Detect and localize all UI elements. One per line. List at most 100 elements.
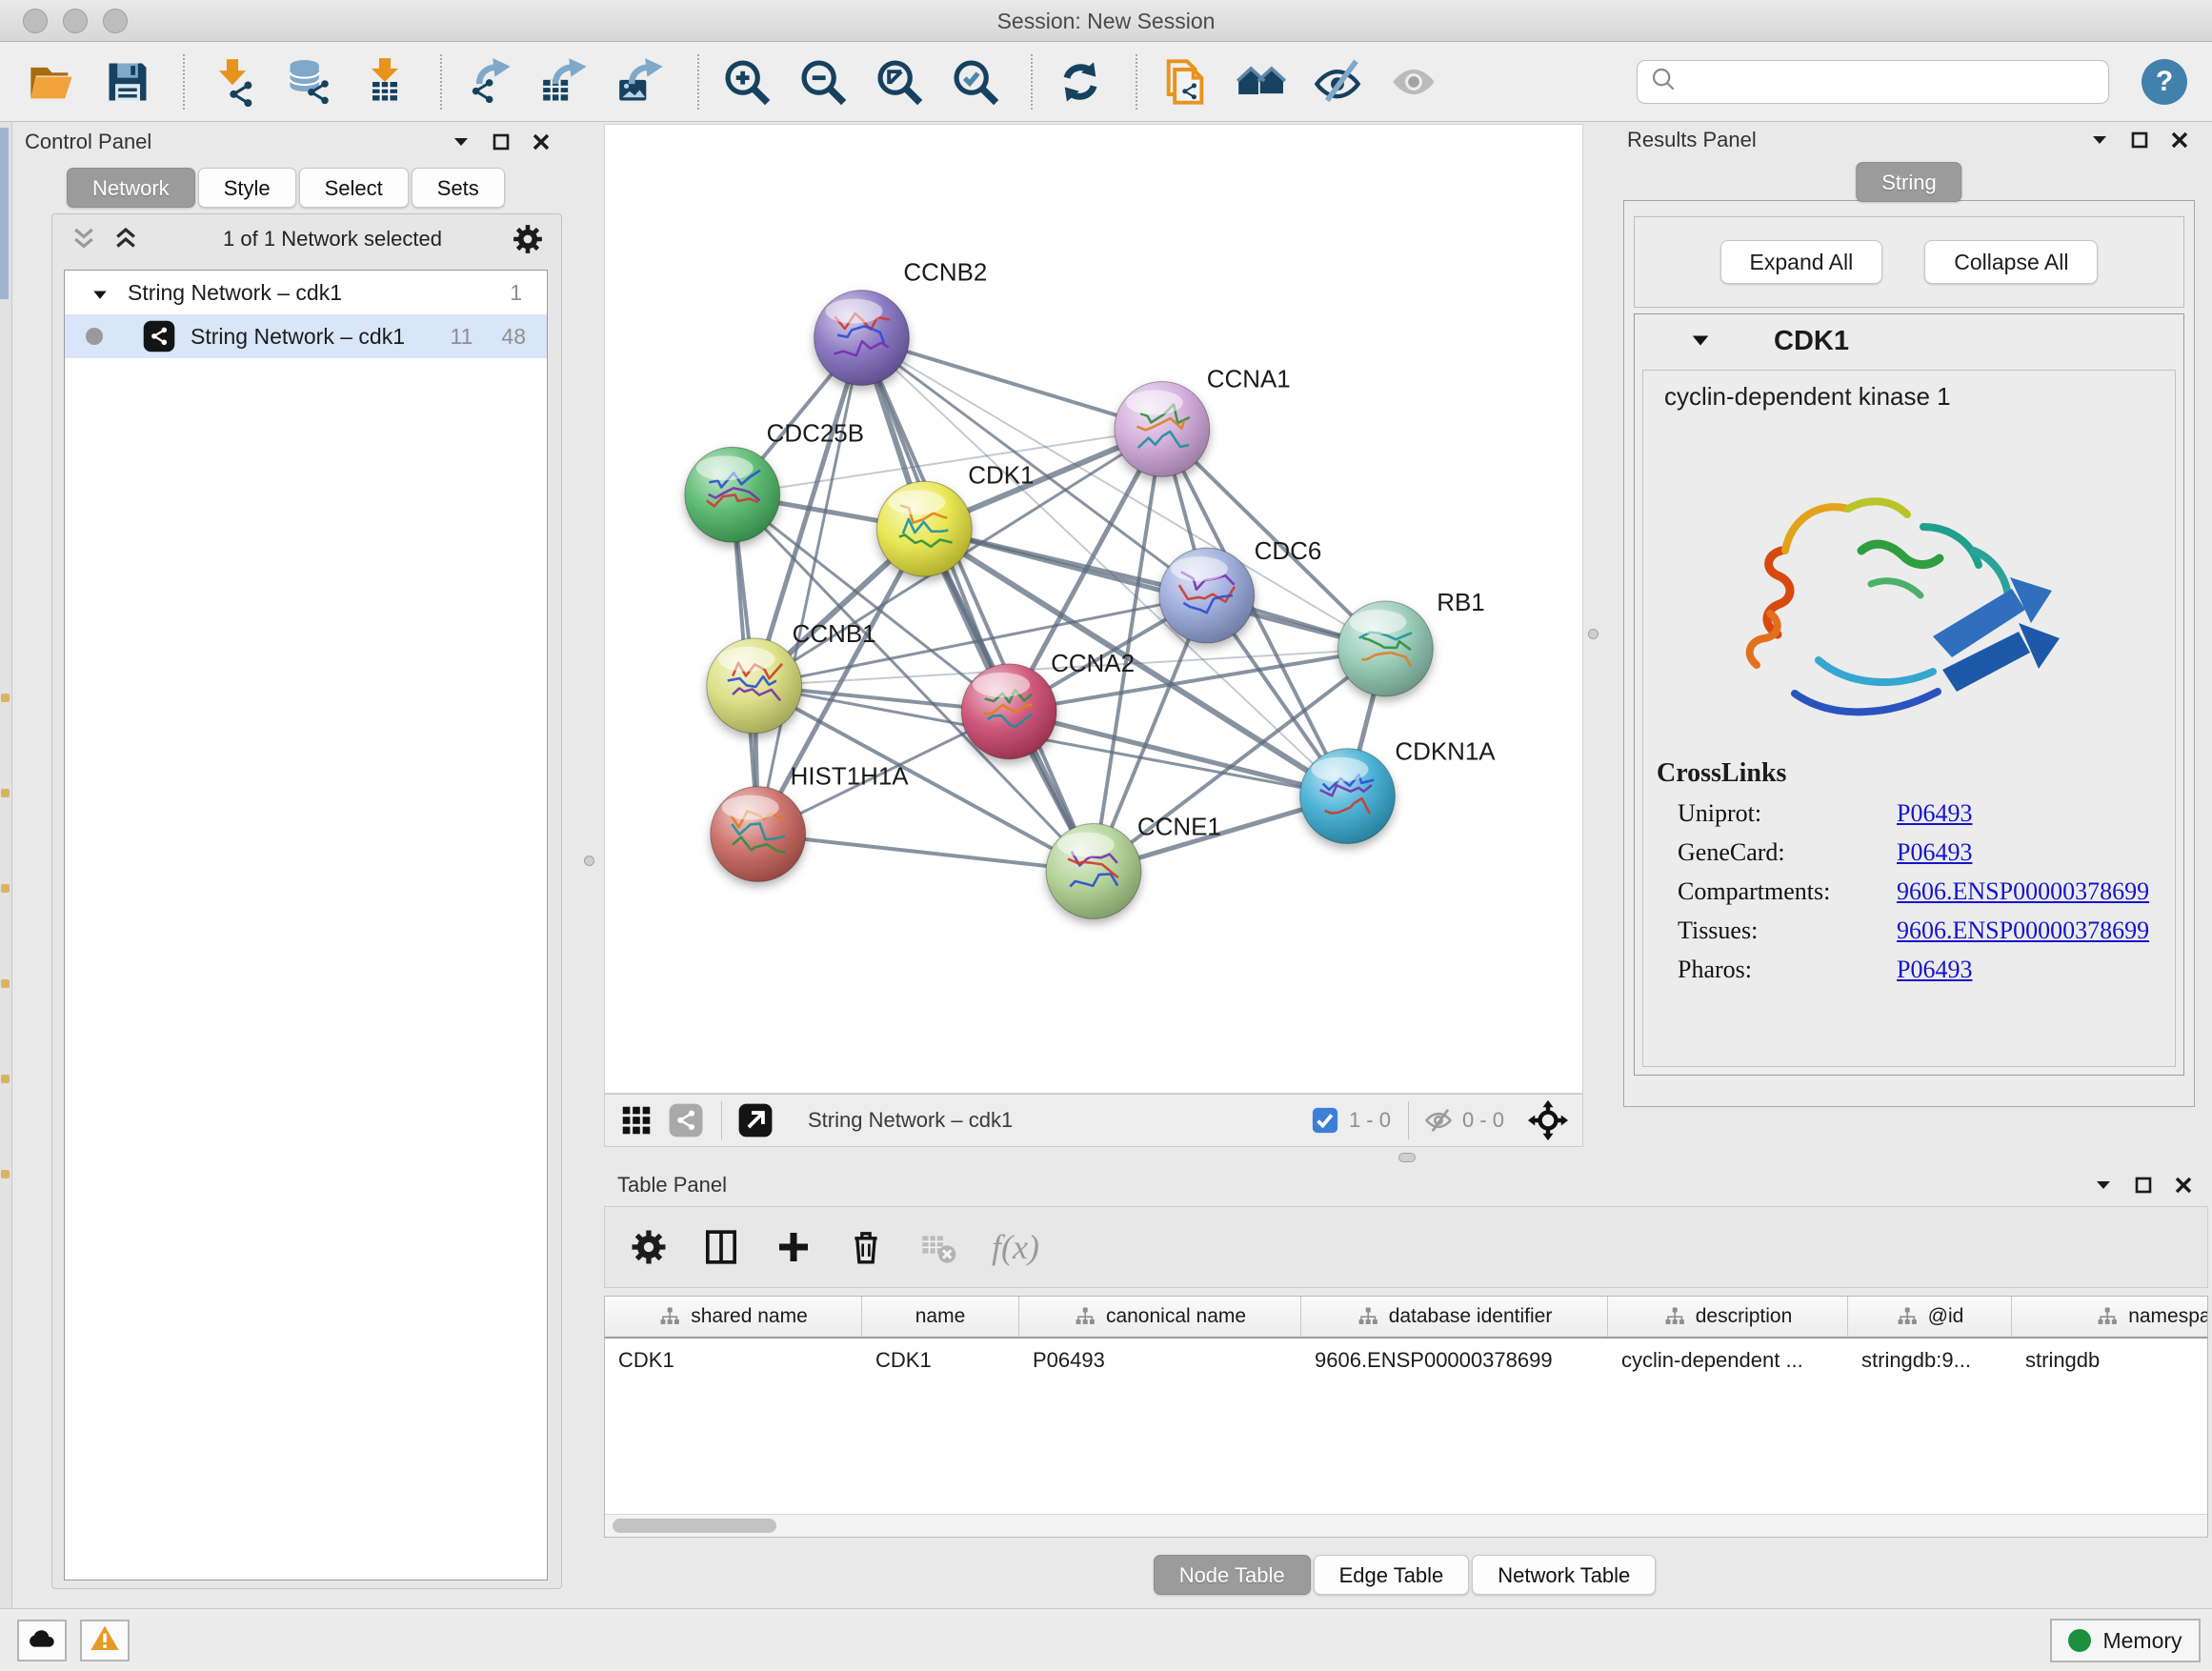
table-header-row: shared namenamecanonical namedatabase id… <box>605 1297 2207 1339</box>
application-window: Session: New Session ? Control Panel Net… <box>0 0 2212 1671</box>
show-columns-icon[interactable] <box>702 1228 740 1266</box>
collapse-triangle-icon[interactable] <box>91 284 109 301</box>
column-header--id[interactable]: @id <box>1848 1297 2012 1337</box>
float-results-panel-button[interactable] <box>2128 129 2151 151</box>
import-table-button[interactable] <box>358 55 412 109</box>
network-node-CCNE1[interactable] <box>1046 824 1141 919</box>
birds-eye-crosshair-icon[interactable] <box>1527 1099 1569 1141</box>
tab-sets[interactable]: Sets <box>412 168 505 208</box>
network-graph[interactable]: CCNB2CCNA1CDC25BCDK1CDC6RB1CCNB1CCNA2CDK… <box>605 125 1582 1093</box>
network-node-CDKN1A[interactable] <box>1300 749 1396 844</box>
close-table-panel-button[interactable] <box>2172 1174 2195 1197</box>
minimize-window-button[interactable] <box>63 9 88 33</box>
export-table-button[interactable] <box>539 55 593 109</box>
expand-all-button[interactable]: Expand All <box>1720 240 1883 284</box>
import-database-button[interactable] <box>282 55 335 109</box>
zoom-in-button[interactable] <box>720 55 774 109</box>
collapse-all-networks-icon[interactable] <box>111 225 140 253</box>
column-header-name[interactable]: name <box>862 1297 1019 1337</box>
open-file-button[interactable] <box>25 55 78 109</box>
cloud-status-button[interactable] <box>17 1620 67 1661</box>
selected-checkbox-icon[interactable] <box>1311 1106 1339 1135</box>
network-share-view-icon[interactable] <box>668 1102 704 1138</box>
tab-network[interactable]: Network <box>67 168 195 208</box>
tab-edge-table[interactable]: Edge Table <box>1314 1555 1470 1595</box>
home-views-button[interactable] <box>1235 55 1288 109</box>
results-panel-menu-icon[interactable] <box>2088 129 2111 151</box>
refresh-layout-button[interactable] <box>1054 55 1107 109</box>
network-node-CCNA2[interactable] <box>961 664 1056 759</box>
crosslink-link[interactable]: 9606.ENSP00000378699 <box>1897 916 2149 945</box>
expand-all-networks-icon[interactable] <box>70 225 98 253</box>
crosslink-link[interactable]: P06493 <box>1897 838 1972 867</box>
network-node-CCNA1[interactable] <box>1115 381 1210 476</box>
zoom-out-button[interactable] <box>796 55 850 109</box>
delete-column-trash-icon[interactable] <box>847 1228 885 1266</box>
left-strip-dot <box>1 1170 10 1178</box>
tab-style[interactable]: Style <box>198 168 296 208</box>
close-window-button[interactable] <box>23 9 48 33</box>
export-network-button[interactable] <box>463 55 516 109</box>
zoom-selected-button[interactable] <box>949 55 1002 109</box>
crosslink-link[interactable]: P06493 <box>1897 956 1972 984</box>
tab-string[interactable]: String <box>1856 162 1961 202</box>
table-options-gear-icon[interactable] <box>630 1228 668 1266</box>
search-box[interactable] <box>1637 60 2109 104</box>
network-current-dot-icon <box>86 328 103 345</box>
close-results-panel-button[interactable] <box>2168 129 2191 151</box>
hidden-eye-icon[interactable] <box>1424 1106 1453 1135</box>
network-node-RB1[interactable] <box>1337 601 1433 696</box>
import-network-button[interactable] <box>206 55 259 109</box>
column-header-namespace[interactable]: namespace <box>2012 1297 2208 1337</box>
export-image-button[interactable] <box>615 55 669 109</box>
network-node-CCNB2[interactable] <box>814 291 910 386</box>
tab-network-table[interactable]: Network Table <box>1472 1555 1656 1595</box>
zoom-fit-button[interactable] <box>873 55 926 109</box>
memory-button[interactable]: Memory <box>2050 1619 2201 1662</box>
float-control-panel-button[interactable] <box>490 131 513 153</box>
help-button[interactable]: ? <box>2142 59 2187 105</box>
collapse-section-triangle-icon[interactable] <box>1690 331 1711 352</box>
crosslink-link[interactable]: P06493 <box>1897 799 1972 828</box>
crosslink-link[interactable]: 9606.ENSP00000378699 <box>1897 877 2149 906</box>
node-result-header[interactable]: CDK1 <box>1635 314 2183 368</box>
zoom-window-button[interactable] <box>103 9 128 33</box>
column-header-database-identifier[interactable]: database identifier <box>1301 1297 1608 1337</box>
column-header-canonical-name[interactable]: canonical name <box>1019 1297 1301 1337</box>
control-panel-menu-icon[interactable] <box>450 131 473 153</box>
grid-view-icon[interactable] <box>618 1102 654 1138</box>
search-input[interactable] <box>1685 63 2097 101</box>
network-node-CDC6[interactable] <box>1159 548 1255 643</box>
network-node-CDK1[interactable] <box>876 481 972 576</box>
save-button[interactable] <box>101 55 154 109</box>
delete-table-icon-disabled <box>919 1228 957 1266</box>
tab-select[interactable]: Select <box>299 168 409 208</box>
table-panel-menu-icon[interactable] <box>2092 1174 2115 1197</box>
open-in-new-window-icon[interactable] <box>737 1102 774 1138</box>
table-row[interactable]: CDK1CDK1P064939606.ENSP00000378699cyclin… <box>605 1339 2207 1382</box>
add-column-icon[interactable] <box>774 1228 813 1266</box>
network-collection-row[interactable]: String Network – cdk1 1 <box>65 271 547 314</box>
network-row-selected[interactable]: String Network – cdk1 11 48 <box>65 314 547 358</box>
right-splitter-grip[interactable] <box>1588 629 1599 639</box>
crosslink-label: Tissues: <box>1678 916 1897 945</box>
scrollbar-thumb[interactable] <box>613 1519 776 1533</box>
warnings-button[interactable] <box>80 1620 130 1661</box>
float-table-panel-button[interactable] <box>2132 1174 2155 1197</box>
search-icon <box>1649 65 1678 98</box>
session-documents-button[interactable] <box>1158 55 1212 109</box>
column-header-description[interactable]: description <box>1608 1297 1848 1337</box>
network-node-HIST1H1A[interactable] <box>711 787 806 882</box>
close-control-panel-button[interactable] <box>530 131 553 153</box>
network-view-canvas[interactable]: CCNB2CCNA1CDC25BCDK1CDC6RB1CCNB1CCNA2CDK… <box>604 124 1583 1094</box>
tab-node-table[interactable]: Node Table <box>1154 1555 1311 1595</box>
network-node-CDC25B[interactable] <box>685 447 780 542</box>
network-options-gear-icon[interactable] <box>512 223 544 255</box>
table-horizontal-scrollbar[interactable] <box>605 1514 2207 1537</box>
hide-graphics-details-button[interactable] <box>1311 55 1364 109</box>
network-node-CCNB1[interactable] <box>707 638 802 734</box>
horizontal-splitter-grip[interactable] <box>1398 1153 1416 1162</box>
left-splitter-grip[interactable] <box>584 856 594 866</box>
collapse-all-button[interactable]: Collapse All <box>1924 240 2098 284</box>
column-header-shared-name[interactable]: shared name <box>605 1297 862 1337</box>
